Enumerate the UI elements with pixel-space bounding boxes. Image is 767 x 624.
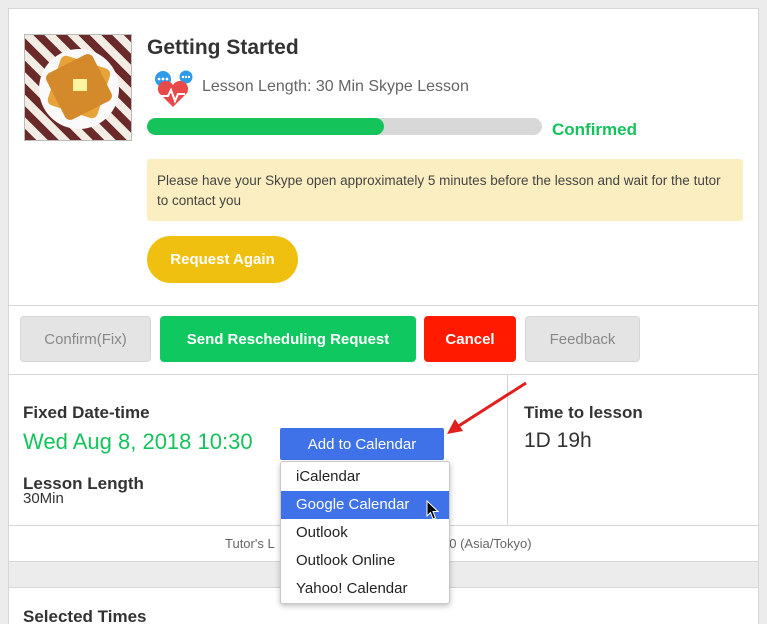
progress-fill	[147, 118, 384, 135]
skype-heart-icon	[155, 70, 193, 107]
cancel-button[interactable]: Cancel	[424, 316, 516, 362]
menu-item-icalendar[interactable]: iCalendar	[281, 463, 449, 491]
calendar-dropdown-menu: iCalendar Google Calendar Outlook Outloo…	[280, 461, 450, 604]
action-buttons: Confirm(Fix) Send Rescheduling Request C…	[9, 306, 758, 375]
confirm-fix-button[interactable]: Confirm(Fix)	[20, 316, 151, 362]
status-badge: Confirmed	[552, 120, 637, 139]
lesson-length-text: Lesson Length: 30 Min Skype Lesson	[202, 78, 469, 95]
add-to-calendar-button[interactable]: Add to Calendar	[280, 428, 444, 460]
selected-times-heading: Selected Times	[23, 607, 147, 624]
feedback-button[interactable]: Feedback	[525, 316, 640, 362]
skype-notice: Please have your Skype open approximatel…	[147, 159, 743, 221]
lesson-thumbnail	[24, 34, 132, 141]
red-arrow-annotation	[447, 381, 527, 434]
time-to-lesson-label: Time to lesson	[524, 403, 643, 422]
lesson-header: Getting Started Lesson Length: 30 Min Sk…	[9, 9, 758, 306]
timezone-text-right: 30 (Asia/Tokyo)	[442, 536, 532, 551]
menu-item-yahoo-calendar[interactable]: Yahoo! Calendar	[281, 575, 449, 603]
timezone-text-left: Tutor's L	[225, 536, 275, 551]
request-again-button[interactable]: Request Again	[147, 236, 298, 283]
mouse-cursor-icon	[426, 500, 440, 520]
lesson-length-value: 30Min	[23, 490, 64, 507]
lesson-progress-bar	[147, 118, 542, 135]
time-to-lesson-value: 1D 19h	[524, 429, 592, 452]
fixed-datetime-label: Fixed Date-time	[23, 403, 150, 422]
menu-item-outlook-online[interactable]: Outlook Online	[281, 547, 449, 575]
send-rescheduling-button[interactable]: Send Rescheduling Request	[160, 316, 416, 362]
fixed-datetime-value: Wed Aug 8, 2018 10:30	[23, 429, 253, 454]
lesson-title: Getting Started	[147, 36, 299, 59]
menu-item-outlook[interactable]: Outlook	[281, 519, 449, 547]
menu-item-google-calendar[interactable]: Google Calendar	[281, 491, 449, 519]
